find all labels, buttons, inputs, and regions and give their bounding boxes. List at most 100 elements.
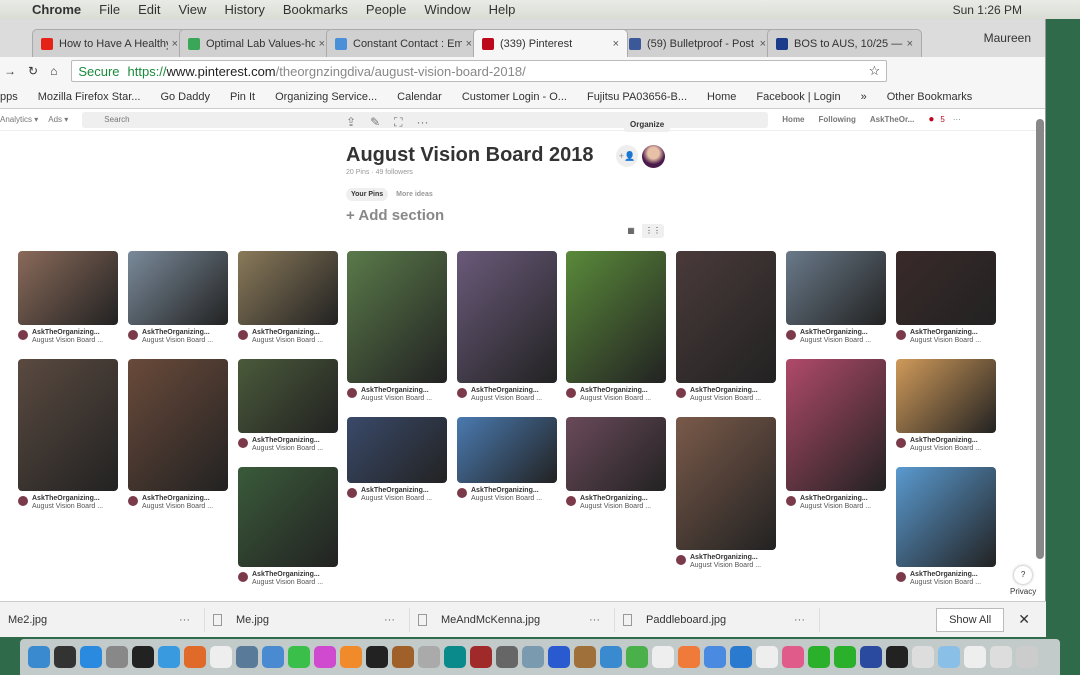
pin[interactable]: AskTheOrganizing... August Vision Board .… [786,251,886,345]
dock-app-icon[interactable] [756,646,778,668]
dock-app-icon[interactable] [834,646,856,668]
pinner-name[interactable]: AskTheOrganizing... [252,329,323,337]
close-tab-icon[interactable]: × [466,38,472,50]
download-item[interactable]: Me.jpg ··· [205,607,410,632]
pin-image[interactable] [896,359,996,433]
help-button[interactable]: ? [1014,566,1033,584]
address-bar[interactable]: Secure https:// www.pinterest.com /theor… [71,60,888,82]
dock-app-icon[interactable] [652,646,674,668]
board-name[interactable]: August Vision Board ... [910,579,981,586]
avatar[interactable] [642,145,665,168]
pinner-name[interactable]: AskTheOrganizing... [800,495,871,503]
pinner-name[interactable]: AskTheOrganizing... [690,554,761,562]
pin[interactable]: AskTheOrganizing... August Vision Board .… [786,359,886,511]
dock-app-icon[interactable] [704,646,726,668]
pinner-avatar[interactable] [786,496,796,506]
dock-app-icon[interactable] [808,646,830,668]
pinner-avatar[interactable] [676,555,686,565]
pin-image[interactable] [676,417,776,550]
analytics-menu[interactable]: Analytics ▾ [0,115,38,124]
dock-app-icon[interactable] [782,646,804,668]
board-name[interactable]: August Vision Board ... [690,395,761,402]
share-icon[interactable]: ⇪ [346,115,356,130]
pin[interactable]: AskTheOrganizing... August Vision Board .… [896,467,996,587]
pin[interactable]: AskTheOrganizing... August Vision Board .… [18,251,118,345]
pin-image[interactable] [896,467,996,567]
pinner-avatar[interactable] [128,330,138,340]
dock-app-icon[interactable] [418,646,440,668]
board-name[interactable]: August Vision Board ... [361,395,432,402]
board-name[interactable]: August Vision Board ... [910,337,981,344]
bookmark-item[interactable]: Home [707,91,736,103]
board-name[interactable]: August Vision Board ... [471,495,542,502]
board-name[interactable]: August Vision Board ... [32,337,103,344]
pin[interactable]: AskTheOrganizing... August Vision Board .… [128,251,228,345]
dock-app-icon[interactable] [184,646,206,668]
bookmark-item[interactable]: Fujitsu PA03656-B... [587,91,687,103]
pinner-name[interactable]: AskTheOrganizing... [690,387,761,395]
bookmark-item[interactable]: Organizing Service... [275,91,377,103]
tab-5[interactable]: BOS to AUS, 10/25 — × [767,29,922,57]
board-name[interactable]: August Vision Board ... [690,562,761,569]
forward-icon[interactable]: → [4,64,16,78]
dock-app-icon[interactable] [28,646,50,668]
close-tab-icon[interactable]: × [760,38,766,50]
tab-3[interactable]: (339) Pinterest × [473,29,628,57]
download-name[interactable]: MeAndMcKenna.jpg [441,614,589,626]
pinner-avatar[interactable] [457,388,467,398]
clock[interactable]: Sun 1:26 PM [953,3,1022,17]
pinner-name[interactable]: AskTheOrganizing... [361,487,432,495]
pinner-avatar[interactable] [347,388,357,398]
dock-app-icon[interactable] [54,646,76,668]
pinner-name[interactable]: AskTheOrganizing... [800,329,871,337]
bookmark-item[interactable]: Customer Login - O... [462,91,567,103]
dock-app-icon[interactable] [392,646,414,668]
star-icon[interactable]: ☆ [869,63,881,79]
bookmark-item[interactable]: Other Bookmarks [887,91,973,103]
dock-app-icon[interactable] [262,646,284,668]
pin-image[interactable] [18,359,118,491]
pinner-avatar[interactable] [566,388,576,398]
download-menu-button[interactable]: ··· [384,614,395,626]
dock-app-icon[interactable] [444,646,466,668]
pin-image[interactable] [347,417,447,483]
menu-view[interactable]: View [178,2,206,17]
pin-image[interactable] [238,467,338,567]
close-tab-icon[interactable]: × [319,38,325,50]
bookmark-item[interactable]: Calendar [397,91,442,103]
dock-app-icon[interactable] [80,646,102,668]
pinner-avatar[interactable] [896,572,906,582]
tab-1[interactable]: Optimal Lab Values-ho × [179,29,334,57]
pinner-avatar[interactable] [457,488,467,498]
dock-app-icon[interactable] [600,646,622,668]
close-downloads-button[interactable]: ✕ [1018,611,1030,628]
pinner-name[interactable]: AskTheOrganizing... [580,387,651,395]
download-item[interactable]: MeAndMcKenna.jpg ··· [410,607,615,632]
dock-app-icon[interactable] [340,646,362,668]
board-name[interactable]: August Vision Board ... [252,337,323,344]
board-name[interactable]: August Vision Board ... [580,395,651,402]
board-name[interactable]: August Vision Board ... [580,503,651,510]
profile-button[interactable]: Maureen [984,31,1031,45]
pinner-name[interactable]: AskTheOrganizing... [142,495,213,503]
show-all-button[interactable]: Show All [936,607,1005,632]
board-name[interactable]: August Vision Board ... [252,445,323,452]
menu-bookmarks[interactable]: Bookmarks [283,2,348,17]
download-menu-button[interactable]: ··· [794,614,805,626]
pinner-avatar[interactable] [128,496,138,506]
pin-image[interactable] [347,251,447,383]
pin-image[interactable] [128,251,228,325]
pin[interactable]: AskTheOrganizing... August Vision Board .… [347,251,447,403]
pin-image[interactable] [238,251,338,325]
menu-file[interactable]: File [99,2,120,17]
board-name[interactable]: August Vision Board ... [800,337,871,344]
pinner-name[interactable]: AskTheOrganizing... [580,495,651,503]
pinner-avatar[interactable] [786,330,796,340]
pinner-avatar[interactable] [347,488,357,498]
dock-app-icon[interactable] [158,646,180,668]
pin-image[interactable] [786,359,886,491]
bookmark-item[interactable]: Mozilla Firefox Star... [38,91,141,103]
pin[interactable]: AskTheOrganizing... August Vision Board .… [676,251,776,403]
pin[interactable]: AskTheOrganizing... August Vision Board .… [128,359,228,511]
pinner-name[interactable]: AskTheOrganizing... [32,495,103,503]
